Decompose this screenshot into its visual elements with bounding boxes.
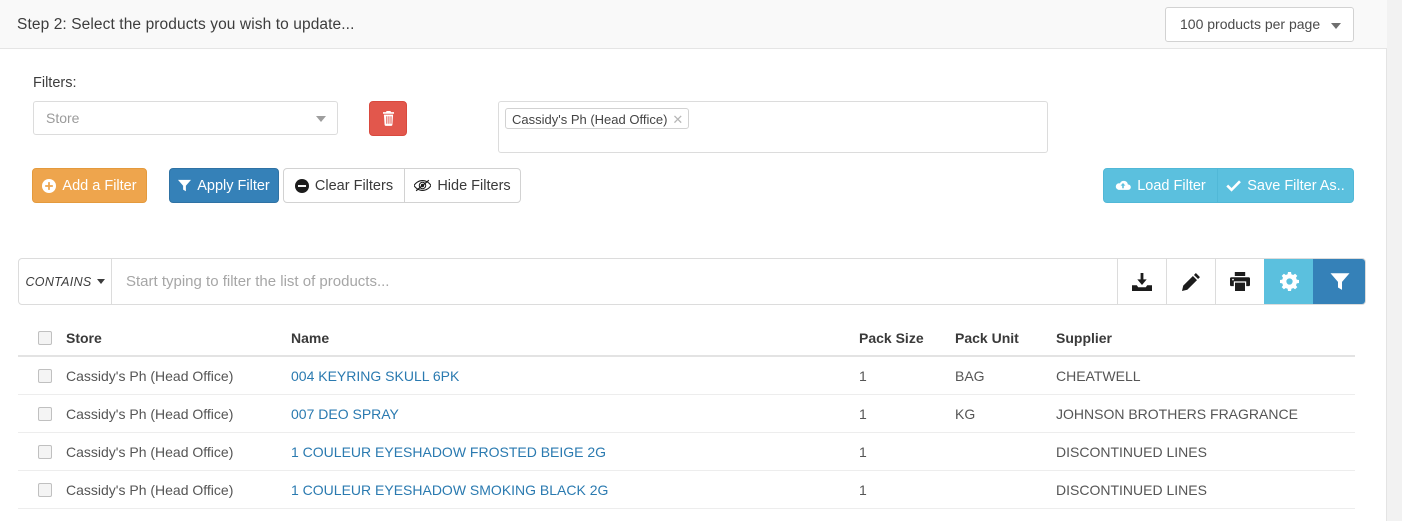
content-canvas: Step 2: Select the products you wish to …	[0, 0, 1387, 521]
chevron-down-icon	[316, 116, 326, 122]
cell-supplier: DISCONTINUED LINES	[1056, 443, 1207, 460]
chevron-down-icon	[1331, 23, 1341, 29]
page-root: Step 2: Select the products you wish to …	[0, 0, 1402, 521]
products-per-page-select[interactable]: 100 products per page	[1165, 7, 1354, 42]
page-title: Step 2: Select the products you wish to …	[17, 16, 355, 33]
cell-supplier: DISCONTINUED LINES	[1056, 481, 1207, 498]
products-table: Store Name Pack Size Pack Unit Supplier …	[18, 320, 1355, 509]
table-body: Cassidy's Ph (Head Office) 004 KEYRING S…	[18, 357, 1355, 509]
cell-pack-size: 1	[859, 481, 867, 498]
search-input[interactable]	[112, 259, 1117, 304]
load-filter-label: Load Filter	[1137, 177, 1206, 194]
select-all-checkbox[interactable]	[38, 330, 52, 345]
funnel-icon	[178, 179, 192, 192]
product-link[interactable]: 004 KEYRING SKULL 6PK	[291, 368, 459, 384]
product-link[interactable]: 007 DEO SPRAY	[291, 406, 399, 422]
cell-store: Cassidy's Ph (Head Office)	[66, 443, 234, 460]
cell-name: 004 KEYRING SKULL 6PK	[291, 368, 859, 384]
step-header-bar: Step 2: Select the products you wish to …	[0, 0, 1387, 49]
hide-filters-label: Hide Filters	[437, 177, 511, 194]
cell-name: 1 COULEUR EYESHADOW SMOKING BLACK 2G	[291, 482, 859, 498]
gear-icon	[1279, 272, 1299, 291]
row-select-cell	[18, 482, 66, 497]
funnel-icon	[1330, 272, 1350, 291]
product-search-toolbar: CONTAINS	[18, 258, 1366, 305]
store-tag-label: Cassidy's Ph (Head Office)	[512, 111, 668, 127]
row-checkbox[interactable]	[38, 482, 52, 497]
cell-supplier: CHEATWELL	[1056, 367, 1141, 384]
apply-filter-button[interactable]: Apply Filter	[169, 168, 279, 203]
product-link[interactable]: 1 COULEUR EYESHADOW FROSTED BEIGE 2G	[291, 444, 606, 460]
cell-pack-size: 1	[859, 367, 867, 384]
cell-supplier: JOHNSON BROTHERS FRAGRANCE	[1056, 405, 1298, 422]
table-row[interactable]: Cassidy's Ph (Head Office) 007 DEO SPRAY…	[18, 395, 1355, 433]
column-header-supplier[interactable]: Supplier	[1056, 330, 1355, 346]
table-header: Store Name Pack Size Pack Unit Supplier	[18, 320, 1355, 357]
row-checkbox[interactable]	[38, 406, 52, 421]
save-filter-as-button[interactable]: Save Filter As..	[1217, 168, 1354, 203]
store-tag[interactable]: Cassidy's Ph (Head Office) ✕	[505, 108, 690, 129]
filters-label: Filters:	[33, 75, 77, 91]
table-row[interactable]: Cassidy's Ph (Head Office) 1 COULEUR EYE…	[18, 471, 1355, 509]
cell-pack-unit: KG	[955, 405, 976, 422]
caret-down-icon	[96, 279, 105, 284]
check-icon	[1226, 179, 1242, 192]
products-per-page-label: 100 products per page	[1180, 16, 1321, 32]
row-select-cell	[18, 368, 66, 383]
cell-store: Cassidy's Ph (Head Office)	[66, 405, 234, 422]
cell-name: 007 DEO SPRAY	[291, 406, 859, 422]
close-icon[interactable]: ✕	[672, 113, 683, 126]
match-mode-label: CONTAINS	[25, 274, 92, 289]
pencil-icon	[1181, 272, 1201, 291]
hide-filters-button[interactable]: Hide Filters	[404, 168, 521, 203]
apply-filter-label: Apply Filter	[197, 177, 270, 194]
edit-button[interactable]	[1166, 259, 1215, 304]
cloud-upload-icon	[1115, 180, 1132, 192]
row-select-cell	[18, 406, 66, 421]
add-a-filter-button[interactable]: Add a Filter	[32, 168, 147, 203]
add-a-filter-label: Add a Filter	[62, 177, 137, 194]
cell-store: Cassidy's Ph (Head Office)	[66, 481, 234, 498]
eye-slash-icon	[414, 179, 432, 192]
column-header-store[interactable]: Store	[66, 330, 291, 346]
row-checkbox[interactable]	[38, 368, 52, 383]
save-filter-as-label: Save Filter As..	[1247, 177, 1345, 194]
table-row[interactable]: Cassidy's Ph (Head Office) 004 KEYRING S…	[18, 357, 1355, 395]
plus-circle-icon	[42, 178, 57, 193]
minus-circle-icon	[294, 178, 309, 193]
cell-pack-size: 1	[859, 443, 867, 460]
trash-icon	[382, 111, 395, 126]
download-button[interactable]	[1117, 259, 1166, 304]
cell-store: Cassidy's Ph (Head Office)	[66, 367, 234, 384]
load-filter-button[interactable]: Load Filter	[1103, 168, 1218, 203]
settings-button[interactable]	[1264, 259, 1313, 304]
delete-filter-button[interactable]	[369, 101, 407, 136]
match-mode-dropdown[interactable]: CONTAINS	[19, 259, 112, 304]
clear-filters-label: Clear Filters	[314, 177, 394, 194]
column-header-name[interactable]: Name	[291, 330, 859, 346]
row-select-cell	[18, 444, 66, 459]
cell-name: 1 COULEUR EYESHADOW FROSTED BEIGE 2G	[291, 444, 859, 460]
clear-filters-button[interactable]: Clear Filters	[283, 168, 405, 203]
table-row[interactable]: Cassidy's Ph (Head Office) 1 COULEUR EYE…	[18, 433, 1355, 471]
download-icon	[1132, 272, 1152, 291]
table-header-row: Store Name Pack Size Pack Unit Supplier	[18, 320, 1355, 357]
cell-pack-size: 1	[859, 405, 867, 422]
print-icon	[1230, 272, 1250, 291]
print-button[interactable]	[1215, 259, 1264, 304]
row-checkbox[interactable]	[38, 444, 52, 459]
cell-pack-unit: BAG	[955, 367, 985, 384]
column-header-pack-unit[interactable]: Pack Unit	[955, 330, 1056, 346]
column-header-pack-size[interactable]: Pack Size	[859, 330, 955, 346]
select-all-cell	[18, 330, 66, 345]
selected-stores-tagbox[interactable]: Cassidy's Ph (Head Office) ✕	[498, 101, 1048, 153]
store-filter-select[interactable]: Store	[33, 101, 338, 135]
column-filter-button[interactable]	[1313, 259, 1365, 304]
store-filter-placeholder: Store	[46, 110, 80, 126]
product-link[interactable]: 1 COULEUR EYESHADOW SMOKING BLACK 2G	[291, 482, 608, 498]
